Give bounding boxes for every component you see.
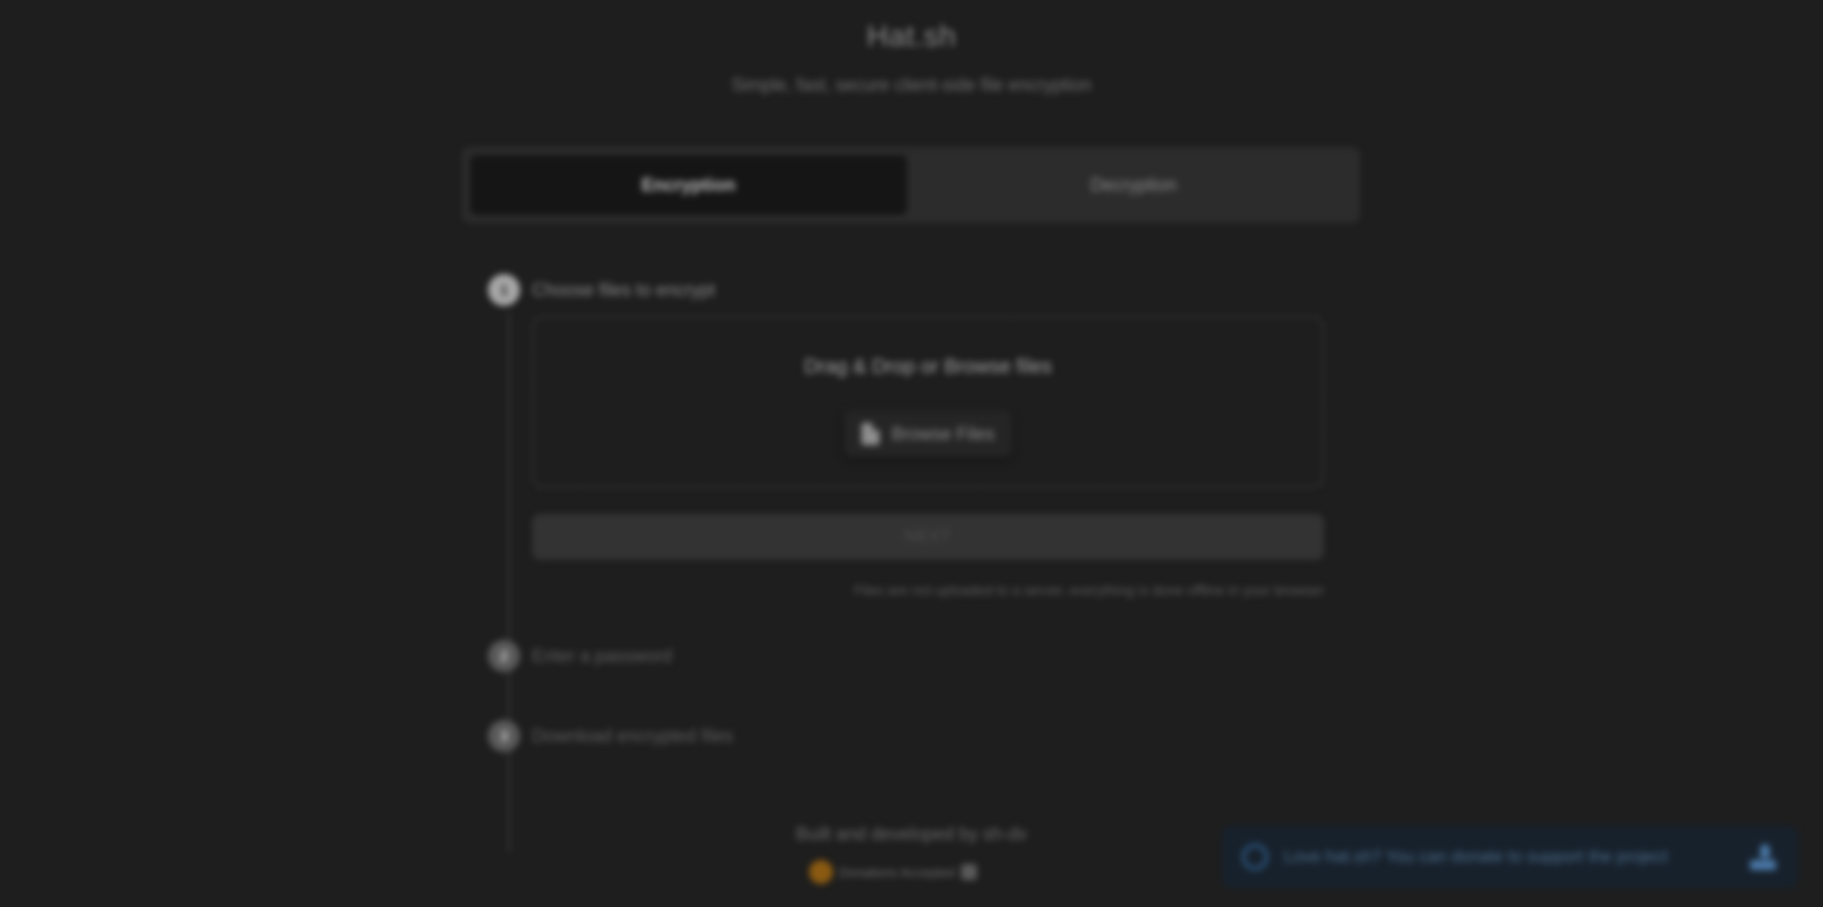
step-connector: [508, 312, 510, 852]
tab-encryption[interactable]: Encryption: [470, 155, 907, 215]
app-subtitle: Simple, fast, secure client-side file en…: [731, 75, 1092, 95]
donate-toast: Love hat.sh? You can donate to support t…: [1222, 826, 1798, 888]
step-3-label: Download encrypted files: [532, 725, 734, 746]
donate-icon[interactable]: [1748, 842, 1778, 872]
badge-end-icon: [960, 864, 977, 880]
offline-note: Files are not uploaded to a server, ever…: [854, 582, 1324, 598]
info-icon: [1242, 844, 1268, 870]
dropzone-text: Drag & Drop or Browse files: [804, 356, 1052, 378]
step-2-label: Enter a password: [532, 645, 673, 666]
page: Hat.sh Simple, fast, secure client-side …: [0, 0, 1823, 907]
step-1: 1 Choose files to encrypt: [488, 274, 715, 306]
coin-icon: [809, 860, 833, 884]
step-1-number: 1: [488, 274, 520, 306]
donation-badge[interactable]: Donations Accepted: [809, 860, 977, 884]
mode-tabs: Encryption Decryption: [462, 147, 1360, 223]
browse-files-label: Browse Files: [891, 423, 995, 444]
step-3-number: 3: [488, 720, 520, 752]
step-2: 2 Enter a password: [488, 640, 672, 672]
step-2-number: 2: [488, 640, 520, 672]
step-3: 3 Download encrypted files: [488, 720, 733, 752]
app-title: Hat.sh: [866, 20, 957, 53]
step-1-label: Choose files to encrypt: [532, 279, 716, 300]
next-button[interactable]: NEXT: [532, 514, 1324, 560]
donation-badge-label: Donations Accepted: [839, 864, 955, 880]
file-dropzone[interactable]: Drag & Drop or Browse files Browse Files: [532, 316, 1324, 488]
tab-decryption[interactable]: Decryption: [915, 155, 1352, 215]
toast-text: Love hat.sh? You can donate to support t…: [1284, 847, 1668, 866]
file-icon: [861, 423, 880, 445]
browse-files-button[interactable]: Browse Files: [843, 410, 1013, 458]
